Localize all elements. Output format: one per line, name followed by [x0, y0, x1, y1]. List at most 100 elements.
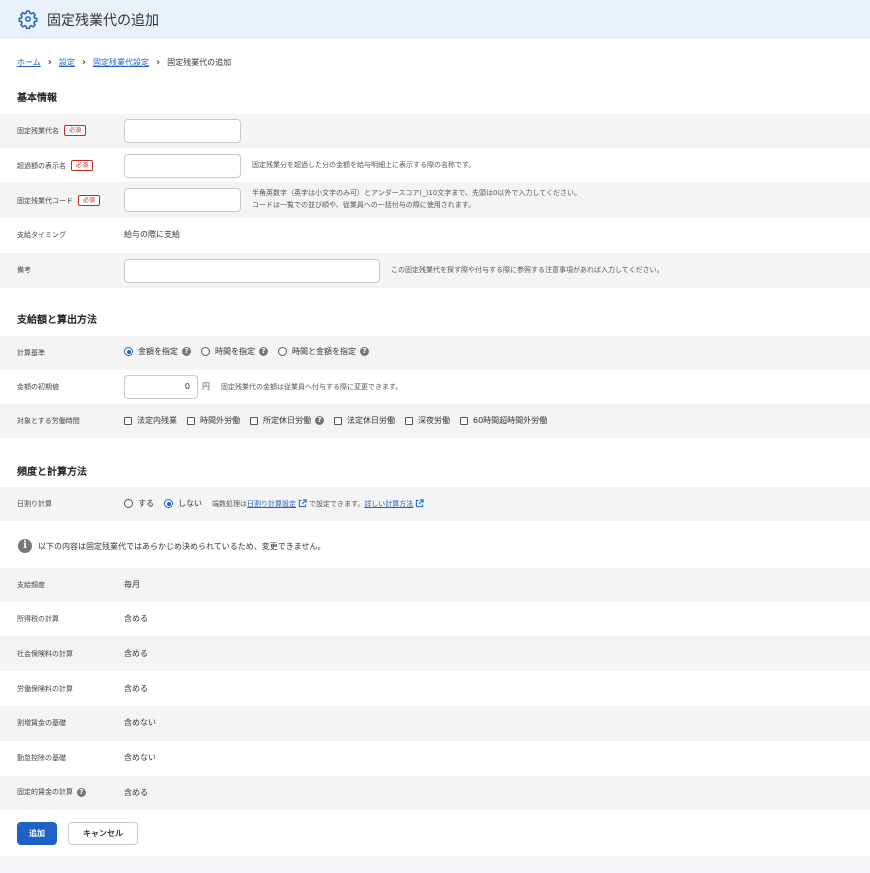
section-title-basic: 基本情報 [17, 93, 57, 104]
checkbox-icon [124, 416, 132, 425]
display-name-input[interactable] [124, 154, 241, 178]
basis-radio-hours[interactable]: 時間を指定? [201, 346, 268, 357]
check-scheduled-holiday-label: 所定休日労働 [263, 416, 311, 425]
row-display-name: 超過額の表示名 必須 固定残業分を超過した分の金額を給与明細上に表示する際の名称… [0, 148, 870, 182]
code-label: 固定残業代コード 必須 [17, 195, 101, 206]
check-night-label: 深夜労働 [418, 416, 450, 425]
check-overtime[interactable]: 時間外労働 [187, 415, 240, 426]
breadcrumb-home-link[interactable]: ホーム [17, 57, 41, 68]
check-legal-overtime-label: 法定内残業 [137, 416, 177, 425]
initial-amount-input[interactable]: 0 [124, 375, 198, 399]
row-note: 備考 この固定残業代を探す際や付与する際に参照する注意事項があれば入力してくださ… [0, 253, 870, 288]
daily-radio-yes[interactable]: する [124, 498, 154, 509]
breadcrumb-fixed-overtime-link[interactable]: 固定残業代設定 [93, 57, 149, 68]
info-icon: i [18, 539, 32, 553]
help-icon[interactable]: ? [360, 347, 369, 356]
check-legal-holiday[interactable]: 法定休日労働 [334, 415, 395, 426]
basis-radio-amount[interactable]: 金額を指定? [124, 346, 191, 357]
name-input[interactable] [124, 119, 241, 143]
radio-selected-icon [124, 347, 133, 356]
name-label: 固定残業代名 必須 [17, 125, 87, 136]
note-help: この固定残業代を探す際や付与する際に参照する注意事項があれば入力してください。 [391, 266, 664, 274]
row-initial: 金額の初期値 0 円 固定残業代の金額は従業員へ付与する際に変更できます。 [0, 370, 870, 404]
calc-method-link[interactable]: 詳しい計算方法 [364, 500, 413, 508]
footer-band [0, 856, 870, 873]
cancel-button[interactable]: キャンセル [68, 822, 138, 845]
initial-unit: 円 [202, 382, 210, 391]
check-scheduled-holiday[interactable]: 所定休日労働? [250, 415, 324, 426]
row-hours: 対象とする労働時間 法定内残業 時間外労働 所定休日労働? 法定休日労働 深夜労… [0, 404, 870, 438]
check-legal-overtime[interactable]: 法定内残業 [124, 415, 177, 426]
fixed-row-label-text: 固定的賃金の計算 [17, 788, 73, 796]
code-help-1: 半角英数字（英字は小文字のみ可）とアンダースコア(_)10文字まで、先頭は0以外… [252, 189, 581, 197]
external-link-icon [416, 499, 424, 508]
breadcrumb-settings-link[interactable]: 設定 [59, 57, 75, 68]
page-title: 固定残業代の追加 [47, 13, 159, 29]
checkbox-icon [460, 416, 468, 425]
radio-icon [278, 347, 287, 356]
check-60h-overtime-label: 60時間超時間外労働 [473, 416, 548, 425]
help-icon[interactable]: ? [77, 787, 86, 797]
code-input[interactable] [124, 188, 241, 212]
display-name-label: 超過額の表示名 必須 [17, 160, 94, 171]
daily-radio-no-label: しない [178, 499, 202, 508]
fixed-row-value: 含める [124, 684, 148, 693]
basis-radio-both[interactable]: 時間と金額を指定? [278, 346, 369, 357]
check-legal-holiday-label: 法定休日労働 [347, 416, 395, 425]
section-title-frequency: 頻度と計算方法 [17, 467, 87, 478]
checkbox-icon [334, 416, 342, 425]
daily-radio-no[interactable]: しない [164, 498, 202, 509]
checkbox-icon [405, 416, 413, 425]
chevron-right-icon: › [156, 57, 161, 68]
timing-label: 支給タイミング [17, 231, 66, 239]
row-code: 固定残業代コード 必須 半角英数字（英字は小文字のみ可）とアンダースコア(_)1… [0, 182, 870, 218]
basis-radio-both-label: 時間と金額を指定 [292, 347, 356, 356]
check-overtime-label: 時間外労働 [200, 416, 240, 425]
chevron-right-icon: › [47, 57, 52, 68]
fixed-row-label: 固定的賃金の計算 ? [17, 787, 86, 797]
breadcrumb: ホーム › 設定 › 固定残業代設定 › 固定残業代の追加 [17, 57, 231, 68]
row-basis: 計算基準 金額を指定? 時間を指定? 時間と金額を指定? [0, 336, 870, 370]
hours-label: 対象とする労働時間 [17, 417, 80, 425]
checkbox-icon [187, 416, 195, 425]
radio-selected-icon [164, 499, 173, 508]
help-icon[interactable]: ? [315, 416, 324, 425]
name-label-text: 固定残業代名 [17, 126, 59, 135]
daily-help-pre: 端数処理は [212, 499, 247, 508]
fixed-row: 所得税の計算 含める [0, 602, 870, 636]
gear-icon [18, 10, 38, 29]
daily-label: 日割り計算 [17, 500, 52, 508]
help-icon[interactable]: ? [259, 347, 268, 356]
note-input[interactable] [124, 259, 380, 283]
row-timing: 支給タイミング 給与の際に支給 [0, 218, 870, 252]
daily-radio-group: する しない 端数処理は日割り計算設定 で設定できます。詳しい計算方法 [124, 498, 426, 509]
row-daily: 日割り計算 する しない 端数処理は日割り計算設定 で設定できます。詳しい計算方法 [0, 487, 870, 521]
info-notice: i 以下の内容は固定残業代ではあらかじめ決められているため、変更できません。 [18, 539, 326, 553]
fixed-row-label: 労働保険料の計算 [17, 685, 73, 693]
help-icon[interactable]: ? [182, 347, 191, 356]
breadcrumb-current: 固定残業代の追加 [167, 58, 232, 67]
row-name: 固定残業代名 必須 [0, 114, 870, 148]
check-night[interactable]: 深夜労働 [405, 415, 450, 426]
fixed-row-label: 社会保険料の計算 [17, 650, 73, 658]
daily-help: 端数処理は日割り計算設定 で設定できます。詳しい計算方法 [212, 499, 426, 509]
chevron-right-icon: › [81, 57, 87, 68]
fixed-row: 勤怠控除の基礎 含めない [0, 741, 870, 776]
code-help-2: コードは一覧での並び順や、従業員への一括付与の際に使用されます。 [252, 201, 476, 209]
fixed-row-value: 含める [124, 649, 148, 658]
fixed-row-label: 所得税の計算 [17, 615, 59, 623]
daily-settings-link[interactable]: 日割り計算設定 [247, 500, 296, 508]
display-name-label-text: 超過額の表示名 [17, 161, 66, 170]
fixed-row: 固定的賃金の計算 ? 含める [0, 776, 870, 810]
note-label: 備考 [17, 266, 31, 274]
basis-radio-amount-label: 金額を指定 [138, 347, 178, 356]
page-header: 固定残業代の追加 [0, 0, 870, 38]
checkbox-icon [250, 416, 258, 425]
display-name-help: 固定残業分を超過した分の金額を給与明細上に表示する際の名称です。 [252, 161, 476, 169]
daily-radio-yes-label: する [138, 499, 154, 508]
check-60h-overtime[interactable]: 60時間超時間外労働 [460, 415, 547, 426]
fixed-row: 割増賃金の基礎 含めない [0, 706, 870, 741]
add-button[interactable]: 追加 [17, 822, 57, 845]
required-badge: 必須 [71, 160, 94, 171]
fixed-row-label: 割増賃金の基礎 [17, 719, 66, 727]
